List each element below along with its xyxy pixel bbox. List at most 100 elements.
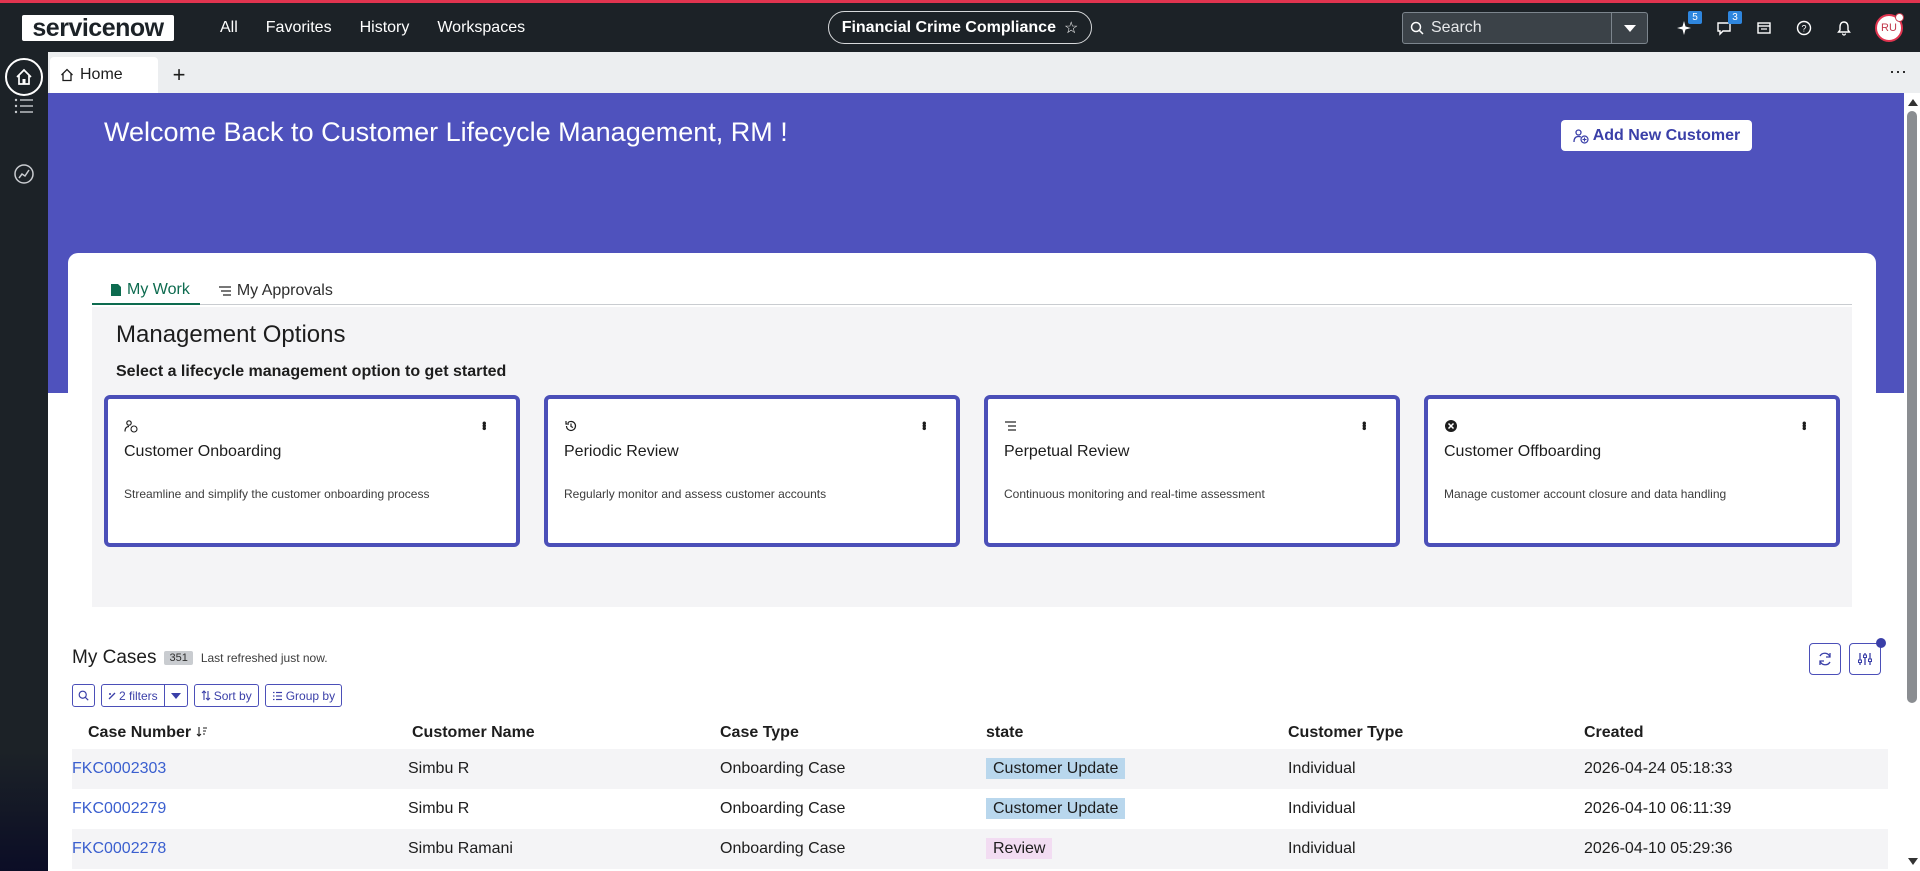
table-row: FKC0002278 Simbu Ramani Onboarding Case … [72,829,1888,869]
column-header-state[interactable]: state [986,724,1288,742]
cases-table: Case Number Customer Name Case Type stat… [72,717,1888,869]
refresh-button[interactable] [1809,643,1841,675]
add-new-customer-label: Add New Customer [1592,126,1741,144]
welcome-title: Welcome Back to Customer Lifecycle Manag… [104,117,788,147]
home-icon [16,68,32,85]
case-type-cell: Onboarding Case [720,760,846,777]
state-badge: Review [986,838,1053,859]
rail-analytics-button[interactable] [12,162,36,186]
scroll-thumb[interactable] [1907,111,1917,703]
list-sort-icon [218,286,231,296]
sparkle-badge: 5 [1688,11,1702,24]
page-scrollbar[interactable] [1904,93,1920,871]
more-vertical-icon[interactable]: ••• [917,421,932,429]
filters-button[interactable]: 2 filters [101,684,165,707]
option-name: Customer Offboarding [1444,443,1602,460]
option-card-onboarding[interactable]: ••• Customer Onboarding Streamline and s… [104,395,520,547]
work-tabs: My Work My Approvals [92,277,1852,305]
star-icon[interactable]: ☆ [1064,18,1078,38]
list-settings-button[interactable] [1849,638,1886,675]
filter-icon [108,692,116,699]
group-by-button[interactable]: Group by [264,684,343,707]
rail-list-button[interactable] [12,94,36,118]
option-card-offboarding[interactable]: ••• Customer Offboarding Manage customer… [1424,395,1840,547]
analytics-icon [14,164,34,184]
case-type-cell: Onboarding Case [720,840,846,857]
nav-history[interactable]: History [346,19,424,37]
list-search-button[interactable] [72,684,95,707]
option-name: Periodic Review [564,443,679,460]
search-icon [1403,21,1431,35]
customer-type-cell: Individual [1288,840,1356,857]
chat-button[interactable]: 3 [1704,11,1744,45]
scope-label: Financial Crime Compliance [841,18,1056,36]
case-number-link[interactable]: FKC0002278 [72,840,166,857]
search-dropdown-button[interactable] [1611,13,1647,43]
sparkle-button[interactable]: 5 [1664,11,1704,45]
column-header-customer-name[interactable]: Customer Name [408,724,720,742]
add-tab-button[interactable]: + [164,60,194,90]
scope-selector[interactable]: Financial Crime Compliance ☆ [828,11,1092,44]
rail-home-button[interactable] [5,58,43,96]
servicenow-logo[interactable]: servicenow [22,14,174,41]
management-options-panel: Management Options Select a lifecycle ma… [92,307,1852,607]
help-button[interactable]: ? [1784,11,1824,45]
option-card-perpetual-review[interactable]: ••• Perpetual Review Continuous monitori… [984,395,1400,547]
column-header-case-number[interactable]: Case Number [72,724,408,742]
option-description: Manage customer account closure and data… [1444,487,1727,501]
column-header-customer-type[interactable]: Customer Type [1288,724,1584,742]
column-label: Case Number [88,724,192,741]
more-vertical-icon[interactable]: ••• [1797,421,1812,429]
nav-workspaces[interactable]: Workspaces [423,19,539,37]
nav-links: All Favorites History Workspaces [206,19,539,37]
management-title: Management Options [116,321,346,348]
svg-text:?: ? [1801,24,1806,34]
more-vertical-icon[interactable]: ••• [477,421,492,429]
state-badge: Customer Update [986,758,1126,779]
option-description: Streamline and simplify the customer onb… [124,487,430,501]
customer-type-cell: Individual [1288,800,1356,817]
tab-home[interactable]: Home [50,57,158,93]
column-header-case-type[interactable]: Case Type [720,724,986,742]
scroll-up-arrow-icon[interactable] [1908,99,1918,106]
settings-indicator-dot [1876,638,1886,648]
card-icon [1757,22,1771,34]
tab-my-approvals[interactable]: My Approvals [200,277,343,305]
sort-by-button[interactable]: Sort by [193,684,259,707]
more-options-button[interactable]: ⋯ [1889,62,1908,83]
option-name: Perpetual Review [1004,443,1130,460]
bell-icon [1837,21,1851,36]
customer-name-cell: Simbu R [408,800,470,817]
card-button[interactable] [1744,11,1784,45]
column-header-created[interactable]: Created [1584,724,1884,742]
add-new-customer-button[interactable]: Add New Customer [1561,120,1752,151]
scroll-down-arrow-icon[interactable] [1908,858,1918,865]
group-icon [272,691,282,700]
list-icon [14,98,33,114]
user-avatar[interactable]: RU [1875,13,1904,42]
customer-name-cell: Simbu R [408,760,470,777]
nav-favorites[interactable]: Favorites [252,19,346,37]
more-vertical-icon[interactable]: ••• [1357,421,1372,429]
group-by-label: Group by [285,688,336,703]
notifications-button[interactable] [1824,11,1864,45]
top-navigation-bar: servicenow All Favorites History Workspa… [0,3,1920,52]
option-description: Regularly monitor and assess customer ac… [564,487,827,501]
list-toolbar: 2 filters Sort by Group by [72,684,343,707]
case-number-link[interactable]: FKC0002279 [72,800,166,817]
tab-my-work-label: My Work [127,281,190,298]
history-icon [565,420,577,432]
option-card-periodic-review[interactable]: ••• Periodic Review Regularly monitor an… [544,395,960,547]
table-header: Case Number Customer Name Case Type stat… [72,717,1888,749]
my-cases-header: My Cases 351 Last refreshed just now. [72,647,328,669]
search-icon [78,690,89,701]
list-sort-icon [1005,421,1016,431]
nav-all[interactable]: All [206,19,252,37]
chevron-down-icon [1623,24,1636,32]
case-number-link[interactable]: FKC0002303 [72,760,166,777]
tab-my-work[interactable]: My Work [92,277,200,305]
close-circle-icon [1445,420,1457,432]
state-badge: Customer Update [986,798,1126,819]
filters-dropdown-button[interactable] [164,684,188,707]
search-input[interactable] [1431,19,1606,37]
